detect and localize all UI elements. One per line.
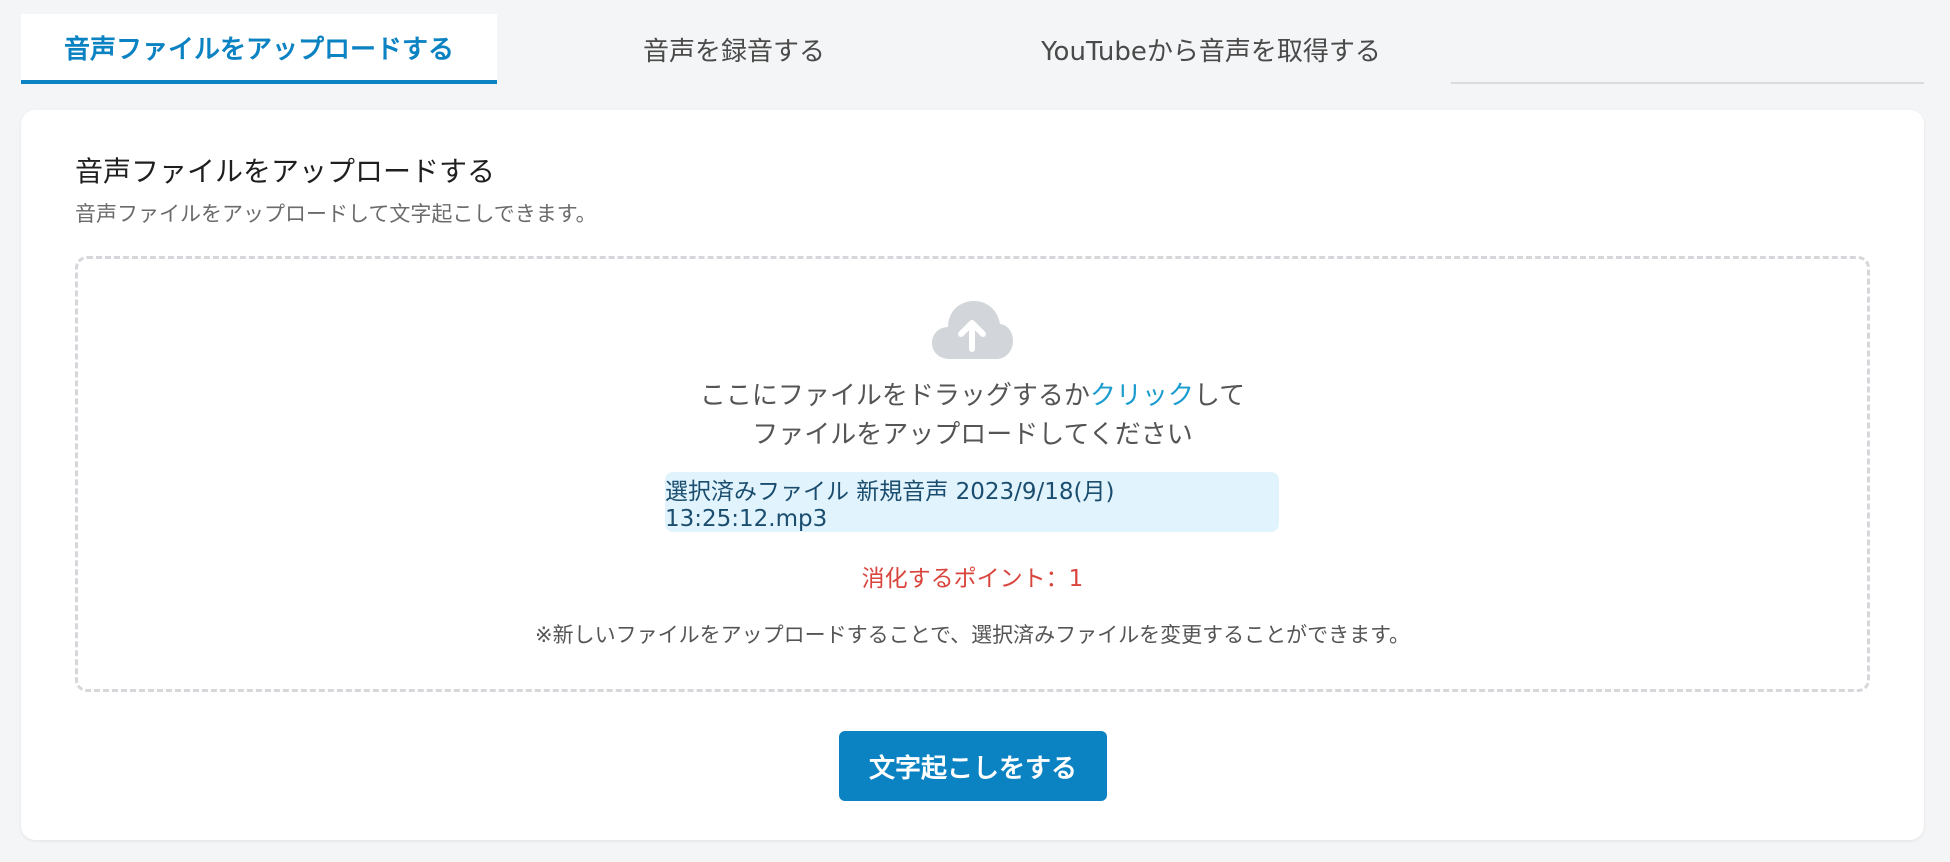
- tab-upload-file[interactable]: 音声ファイルをアップロードする: [21, 14, 497, 84]
- tab-label: 音声を録音する: [642, 36, 825, 67]
- drop-instruction-line1: ここにファイルをドラッグするかクリックして: [78, 377, 1867, 415]
- drop-text-after: して: [1193, 381, 1246, 411]
- card-subtitle: 音声ファイルをアップロードして文字起こしできます。: [75, 202, 597, 226]
- transcribe-button[interactable]: 文字起こしをする: [839, 731, 1107, 801]
- upload-card: 音声ファイルをアップロードする 音声ファイルをアップロードして文字起こしできます…: [21, 110, 1924, 840]
- change-file-note: ※新しいファイルをアップロードすることで、選択済みファイルを変更することができま…: [534, 623, 1411, 647]
- drop-text-before: ここにファイルをドラッグするか: [699, 381, 1090, 411]
- points-cost: 消化するポイント：1: [861, 566, 1084, 592]
- click-link[interactable]: クリック: [1090, 381, 1194, 411]
- tab-label: 音声ファイルをアップロードする: [63, 34, 454, 65]
- selected-file-badge: 選択済みファイル 新規音声 2023/9/18(月) 13:25:12.mp3: [665, 472, 1279, 532]
- tab-bar: 音声ファイルをアップロードする 音声を録音する YouTubeから音声を取得する: [21, 14, 1924, 84]
- tab-youtube[interactable]: YouTubeから音声を取得する: [971, 14, 1451, 84]
- selected-file-name: 選択済みファイル 新規音声 2023/9/18(月) 13:25:12.mp3: [665, 479, 1115, 532]
- drop-instruction-line2: ファイルをアップロードしてください: [752, 420, 1193, 450]
- file-dropzone[interactable]: ここにファイルをドラッグするかクリックして ファイルをアップロードしてください …: [75, 256, 1870, 692]
- card-title: 音声ファイルをアップロードする: [75, 155, 496, 188]
- tab-record-audio[interactable]: 音声を録音する: [497, 14, 971, 84]
- cloud-upload-icon: [932, 301, 1013, 359]
- tab-label: YouTubeから音声を取得する: [1041, 36, 1381, 67]
